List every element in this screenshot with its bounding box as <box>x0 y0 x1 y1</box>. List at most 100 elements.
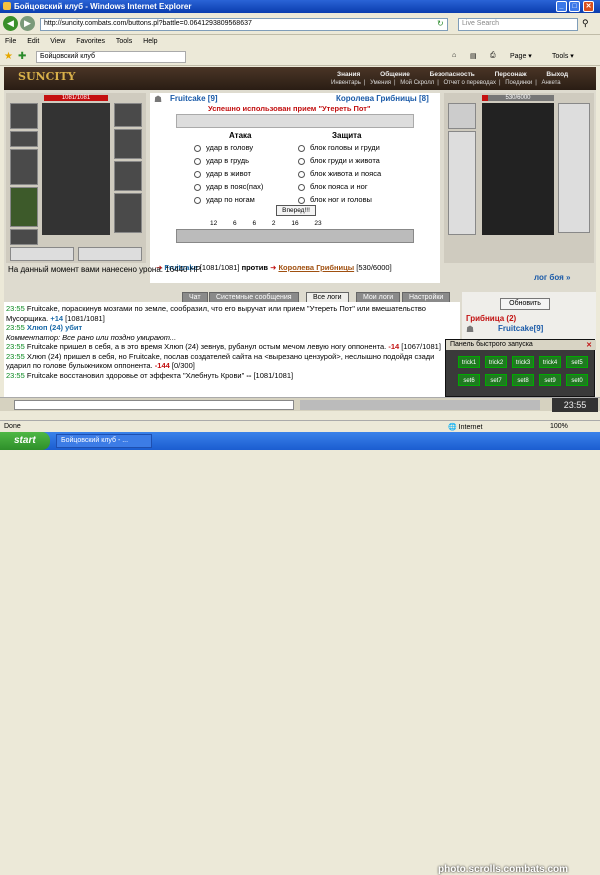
sub-nav: Инвентарь | Умения | Мой Скролл | Отчет о п… <box>331 80 561 86</box>
skills-bar[interactable] <box>176 229 414 243</box>
block-belly-waist-radio[interactable] <box>298 170 305 178</box>
feeds-icon[interactable]: ▤ <box>470 52 477 60</box>
add-favorite-icon[interactable]: ✚ <box>18 51 26 62</box>
star-icon[interactable]: ★ <box>4 51 13 62</box>
subnav-duels[interactable]: Поединки <box>505 80 532 86</box>
browser-tab[interactable]: Бойцовский клуб <box>36 51 186 63</box>
shield-slot[interactable] <box>114 193 142 233</box>
boots-slot[interactable] <box>78 247 142 261</box>
set8-button[interactable]: set8 <box>512 374 534 386</box>
subnav-skills[interactable]: Умения <box>370 80 391 86</box>
trick4-button[interactable]: trick4 <box>539 356 561 368</box>
block-head-chest[interactable]: блок головы и груди <box>298 143 380 152</box>
set9-button[interactable]: set9 <box>539 374 561 386</box>
tools-menu[interactable]: Tools ▾ <box>552 52 574 60</box>
minimize-button[interactable]: _ <box>556 1 567 12</box>
gloves-slot[interactable] <box>114 161 142 191</box>
menu-view[interactable]: View <box>50 38 65 45</box>
block-waist-legs-radio[interactable] <box>298 183 305 191</box>
menu-favorites[interactable]: Favorites <box>76 38 105 45</box>
attack-legs[interactable]: удар по ногам <box>194 195 255 204</box>
attack-belly-radio[interactable] <box>194 170 201 178</box>
attack-head[interactable]: удар в голову <box>194 143 253 152</box>
block-head-chest-radio[interactable] <box>298 144 305 152</box>
opponent-name[interactable]: Королева Грибницы [8] <box>336 94 429 103</box>
trick1-button[interactable]: trick1 <box>458 356 480 368</box>
nav-character[interactable]: Персонаж <box>495 71 527 78</box>
earring-slot[interactable] <box>114 103 142 127</box>
ring-slots[interactable] <box>10 247 74 261</box>
necklace-slot[interactable] <box>114 129 142 159</box>
go-icon[interactable]: ↻ <box>437 19 444 28</box>
subnav-transfers[interactable]: Отчет о переводах <box>443 80 496 86</box>
search-icon[interactable]: ⚲ <box>582 18 589 29</box>
attack-belly[interactable]: удар в живот <box>194 169 251 178</box>
zoom-label[interactable]: 100% <box>550 423 568 430</box>
maximize-button[interactable]: □ <box>569 1 580 12</box>
set0-button[interactable]: set0 <box>566 374 588 386</box>
block-legs-head[interactable]: блок ног и головы <box>298 195 372 204</box>
trick2-button[interactable]: trick2 <box>485 356 507 368</box>
page-menu[interactable]: Page ▾ <box>510 52 532 60</box>
nav-security[interactable]: Безопасность <box>430 71 475 78</box>
search-input[interactable]: Live Search <box>458 18 578 31</box>
attack-chest[interactable]: удар в грудь <box>194 156 249 165</box>
vs-opponent-name[interactable]: Королева Грибницы <box>278 263 354 272</box>
nav-knowledge[interactable]: Знания <box>337 71 360 78</box>
tricks-bar[interactable] <box>176 114 414 128</box>
attack-groin-radio[interactable] <box>194 183 201 191</box>
print-icon[interactable]: ⎙ <box>490 52 496 60</box>
block-waist-legs[interactable]: блок пояса и ног <box>298 182 368 191</box>
chat-tools[interactable] <box>300 400 540 410</box>
player-name[interactable]: Fruitcake [9] <box>170 94 218 103</box>
block-chest-belly[interactable]: блок груди и живота <box>298 156 380 165</box>
home-icon[interactable]: ⌂ <box>452 52 456 59</box>
block-belly-waist[interactable]: блок живота и пояса <box>298 169 381 178</box>
back-button[interactable]: ◀ <box>3 16 18 31</box>
block-waist-legs-label: блок пояса и ног <box>310 182 368 191</box>
counter-4: 2 <box>271 220 276 227</box>
menu-file[interactable]: File <box>5 38 16 45</box>
menu-edit[interactable]: Edit <box>27 38 39 45</box>
subnav-scroll[interactable]: Мой Скролл <box>400 80 434 86</box>
close-button[interactable]: ✕ <box>583 1 594 12</box>
menu-tools[interactable]: Tools <box>116 38 132 45</box>
refresh-button[interactable]: Обновить <box>500 298 550 310</box>
subnav-inventory[interactable]: Инвентарь <box>331 80 361 86</box>
log-link[interactable]: лог боя » <box>534 273 570 282</box>
opp-weapons[interactable] <box>448 131 476 235</box>
nav-exit[interactable]: Выход <box>546 71 568 78</box>
taskbar-task[interactable]: Бойцовский клуб - ... <box>56 434 152 448</box>
menu-help[interactable]: Help <box>143 38 157 45</box>
set5-button[interactable]: set5 <box>566 356 588 368</box>
bracer-slot[interactable] <box>10 131 38 147</box>
player-avatar <box>42 103 110 235</box>
combat-panel: ☗ Fruitcake [9] Королева Грибницы [8] Ус… <box>150 93 440 283</box>
opponent-panel: 530/6000 <box>444 93 594 263</box>
attack-head-radio[interactable] <box>194 144 201 152</box>
set6-button[interactable]: set6 <box>458 374 480 386</box>
player-badge-icon: ☗ <box>154 94 163 104</box>
subnav-profile[interactable]: Анкета <box>541 80 560 86</box>
attack-groin[interactable]: удар в пояс(пах) <box>194 182 263 191</box>
attack-legs-radio[interactable] <box>194 196 201 204</box>
forward-button[interactable]: ▶ <box>20 16 35 31</box>
belt-slot[interactable] <box>10 229 38 245</box>
helmet-slot[interactable] <box>10 103 38 129</box>
armor-slot[interactable] <box>10 187 38 227</box>
team-member[interactable]: Fruitcake[9] <box>498 324 543 333</box>
opp-helmet-slot[interactable] <box>448 103 476 129</box>
set7-button[interactable]: set7 <box>485 374 507 386</box>
block-legs-head-radio[interactable] <box>298 196 305 204</box>
quick-close-icon[interactable]: ✕ <box>586 341 592 349</box>
attack-chest-radio[interactable] <box>194 157 201 165</box>
weapon-slot[interactable] <box>10 149 38 185</box>
opp-equipment[interactable] <box>558 103 590 233</box>
chat-input[interactable] <box>14 400 294 410</box>
start-button[interactable]: start <box>0 432 50 450</box>
trick3-button[interactable]: trick3 <box>512 356 534 368</box>
nav-communication[interactable]: Общение <box>380 71 410 78</box>
hit-button[interactable]: Вперед!!! <box>276 205 316 216</box>
url-input[interactable]: http://suncity.combats.com/buttons.pl?ba… <box>40 18 448 31</box>
block-chest-belly-radio[interactable] <box>298 157 305 165</box>
